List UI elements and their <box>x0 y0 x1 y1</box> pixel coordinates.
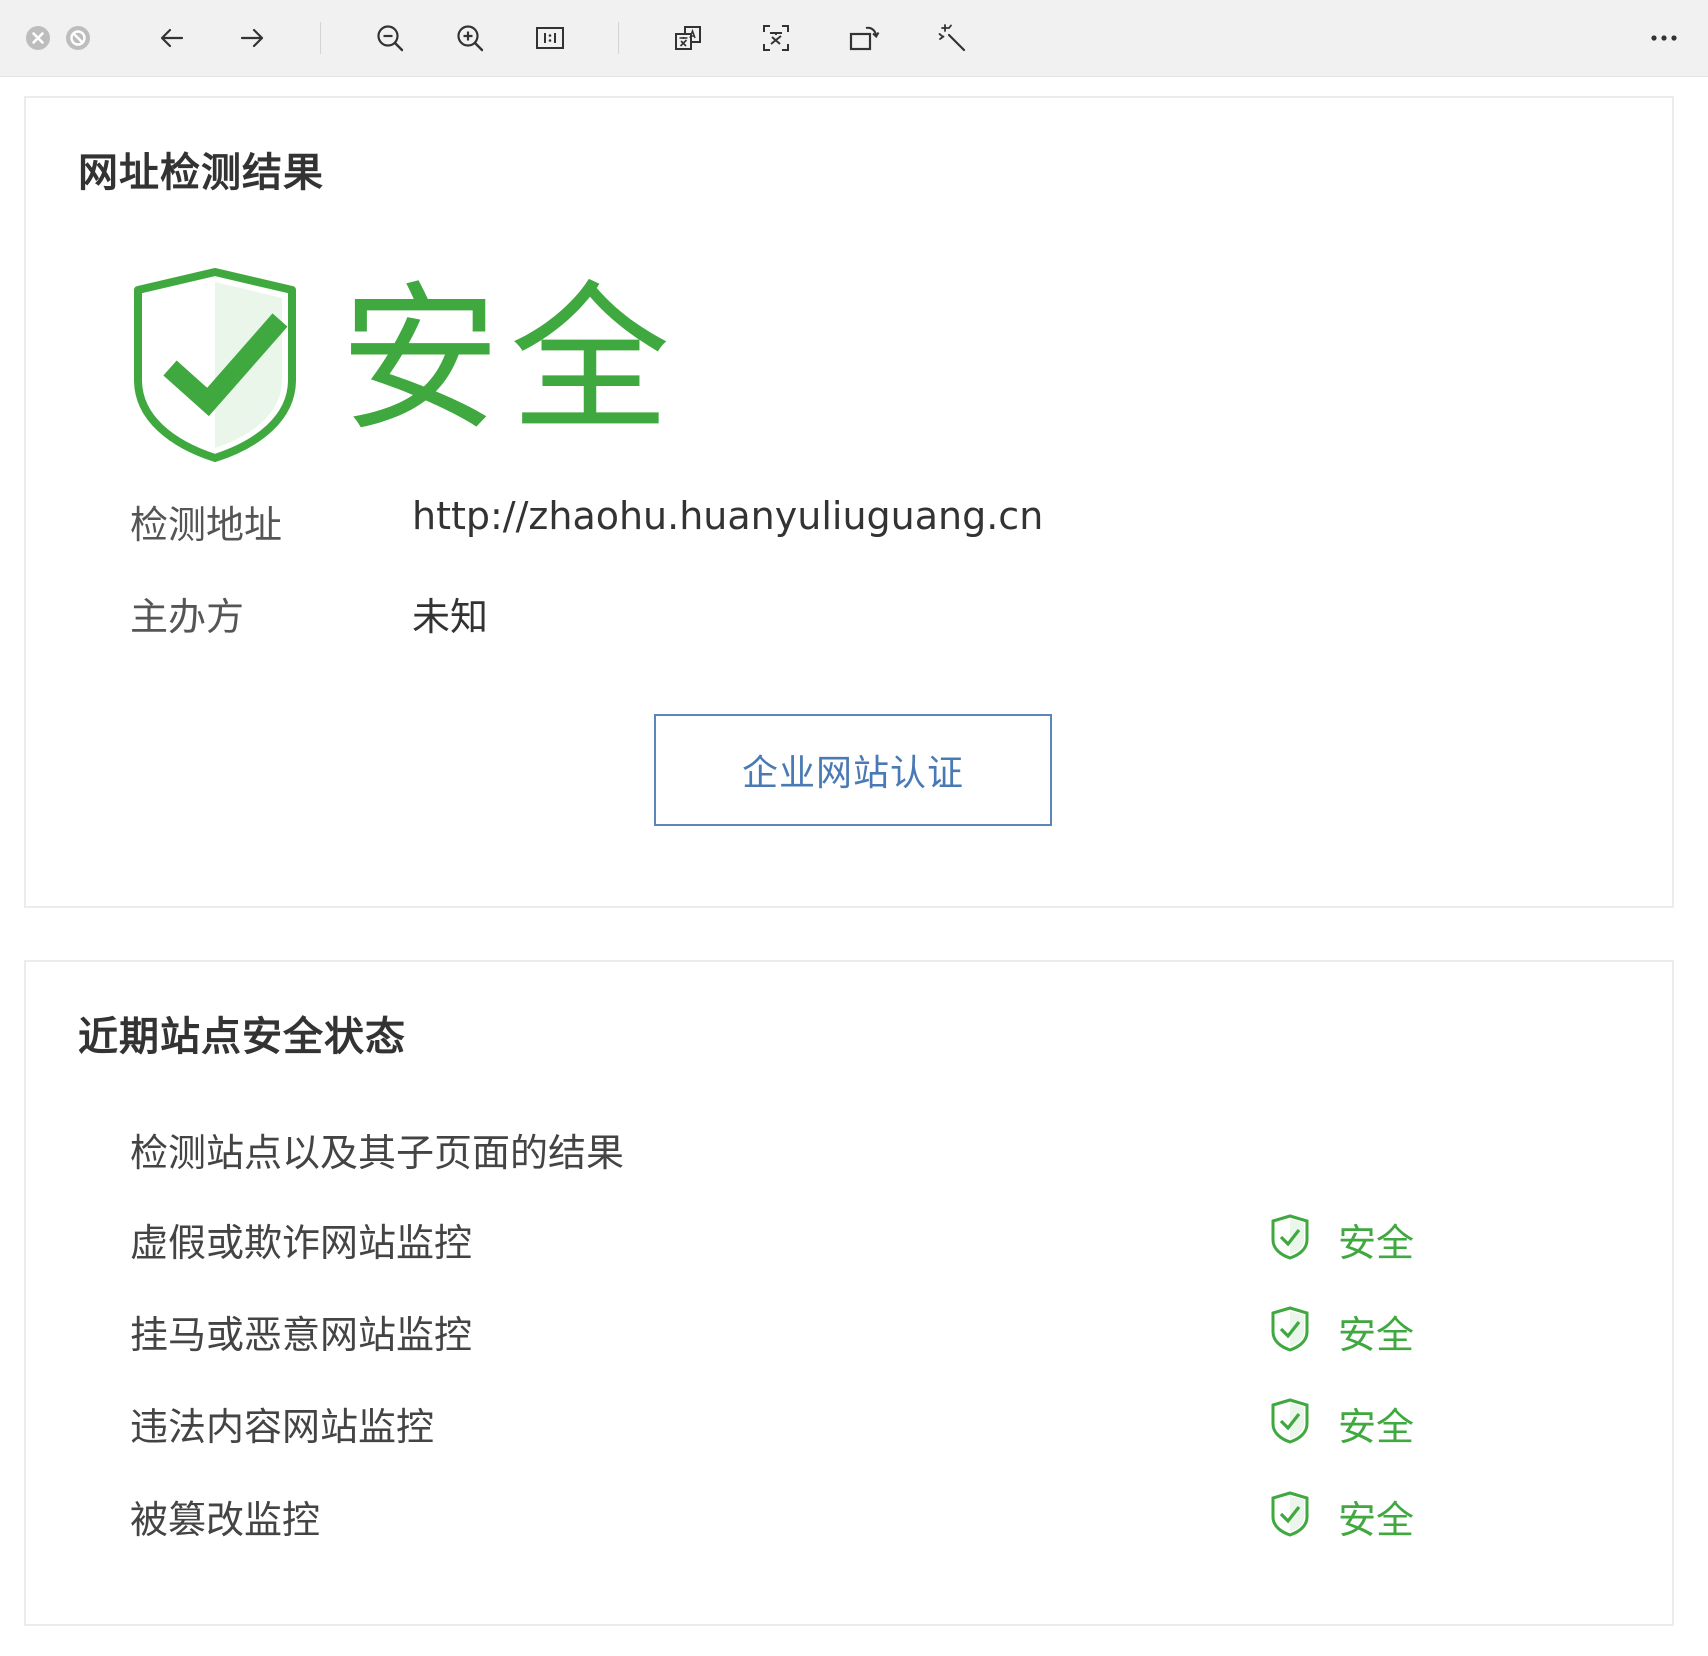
close-button[interactable] <box>18 18 58 58</box>
translate-button[interactable] <box>668 18 708 58</box>
magic-wand-icon <box>938 24 966 52</box>
rotate-button[interactable] <box>844 18 884 58</box>
close-icon <box>26 26 50 50</box>
organizer-label: 主办方 <box>130 595 245 639</box>
status-row-illegal-content: 违法内容网站监控 安全 <box>26 1392 1672 1452</box>
block-button[interactable] <box>58 18 98 58</box>
result-card-title: 网址检测结果 <box>78 150 324 196</box>
shield-check-icon <box>134 268 296 462</box>
status-item-value: 安全 <box>1338 1405 1415 1449</box>
toolbar-divider <box>618 22 619 54</box>
status-row-malware: 挂马或恶意网站监控 安全 <box>26 1300 1672 1360</box>
status-row-fraud: 虚假或欺诈网站监控 安全 <box>26 1208 1672 1268</box>
status-item-label: 违法内容网站监控 <box>130 1405 435 1449</box>
forward-arrow-icon <box>240 28 264 48</box>
text-recognition-icon <box>763 25 789 51</box>
status-row-tampering: 被篡改监控 安全 <box>26 1485 1672 1545</box>
zoom-out-button[interactable] <box>370 18 410 58</box>
zoom-in-icon <box>457 25 484 52</box>
status-intro-text: 检测站点以及其子页面的结果 <box>130 1131 625 1175</box>
enterprise-cert-button[interactable]: 企业网站认证 <box>654 714 1052 826</box>
shield-check-icon <box>1271 1398 1309 1444</box>
zoom-out-icon <box>377 25 404 52</box>
toolbar-divider <box>320 22 321 54</box>
url-check-result-card: 网址检测结果 安全 检测地址 http://zhaohu.huanyuliugu… <box>24 96 1674 908</box>
status-item-label: 被篡改监控 <box>130 1498 321 1542</box>
url-value: http://zhaohu.huanyuliuguang.cn <box>412 494 1044 538</box>
shield-check-icon <box>1271 1491 1309 1537</box>
shield-check-icon <box>1271 1214 1309 1260</box>
more-icon <box>1651 35 1677 41</box>
viewer-toolbar <box>0 0 1708 77</box>
more-button[interactable] <box>1644 18 1684 58</box>
recent-security-status-card: 近期站点安全状态 检测站点以及其子页面的结果 虚假或欺诈网站监控 安全 挂马或恶… <box>24 960 1674 1626</box>
forward-button[interactable] <box>232 18 272 58</box>
block-icon <box>66 26 90 50</box>
organizer-value: 未知 <box>412 595 489 639</box>
status-item-value: 安全 <box>1338 1498 1415 1542</box>
actual-size-button[interactable] <box>530 18 570 58</box>
translate-icon <box>675 26 701 50</box>
status-item-value: 安全 <box>1338 1221 1415 1265</box>
status-item-label: 挂马或恶意网站监控 <box>130 1313 473 1357</box>
status-item-value: 安全 <box>1338 1313 1415 1357</box>
shield-check-icon <box>1271 1306 1309 1352</box>
zoom-in-button[interactable] <box>450 18 490 58</box>
back-arrow-icon <box>160 28 184 48</box>
status-item-label: 虚假或欺诈网站监控 <box>130 1221 473 1265</box>
big-status-text: 安全 <box>340 266 681 453</box>
magic-wand-button[interactable] <box>932 18 972 58</box>
url-label: 检测地址 <box>130 503 283 547</box>
actual-size-icon <box>536 27 564 49</box>
rotate-icon <box>849 26 880 51</box>
status-card-title: 近期站点安全状态 <box>78 1014 406 1060</box>
back-button[interactable] <box>152 18 192 58</box>
text-recognition-button[interactable] <box>756 18 796 58</box>
